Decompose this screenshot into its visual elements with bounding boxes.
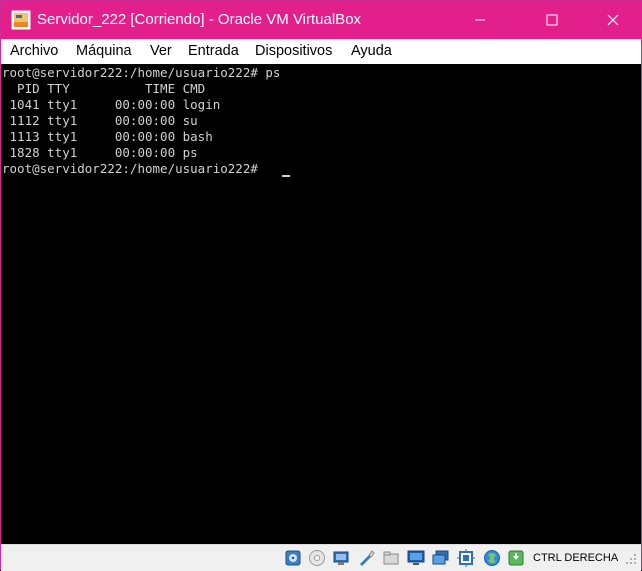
mouse-integration-icon[interactable] [507,549,525,567]
minimize-icon [475,19,485,21]
minimize-button[interactable] [457,1,503,39]
status-bar: CTRL DERECHA [1,544,641,571]
host-key-label[interactable]: CTRL DERECHA [533,552,618,564]
console-line: 1112 tty1 00:00:00 su [2,113,198,128]
menu-archivo[interactable]: Archivo [10,43,58,59]
close-button[interactable] [590,1,636,39]
cpu-icon[interactable] [483,549,501,567]
maximize-icon [546,14,558,26]
console-line: 1041 tty1 00:00:00 login [2,97,221,112]
console-line: root@servidor222:/home/usuario222# ps [2,65,281,80]
menu-ver[interactable]: Ver [150,43,172,59]
display-icon[interactable] [432,549,450,567]
virtualbox-window: Servidor_222 [Corriendo] - Oracle VM Vir… [0,0,642,571]
shared-folders-icon[interactable] [407,549,425,567]
console-prompt: root@servidor222:/home/usuario222# [2,161,266,176]
menu-dispositivos[interactable]: Dispositivos [255,43,332,59]
hard-disk-icon[interactable] [284,549,302,567]
title-bar[interactable]: Servidor_222 [Corriendo] - Oracle VM Vir… [1,1,641,39]
usb-icon[interactable] [382,549,400,567]
close-icon [607,14,619,26]
console-line: 1828 tty1 00:00:00 ps [2,145,198,160]
video-capture-icon[interactable] [457,549,475,567]
resize-grip-icon[interactable] [625,553,637,565]
vm-console-screen[interactable]: root@servidor222:/home/usuario222# ps PI… [1,64,641,544]
menu-maquina[interactable]: Máquina [76,43,132,59]
window-title: Servidor_222 [Corriendo] - Oracle VM Vir… [37,11,362,28]
menu-bar: Archivo Máquina Ver Entrada Dispositivos… [1,39,641,64]
network-icon[interactable] [357,549,375,567]
menu-ayuda[interactable]: Ayuda [351,43,392,59]
console-line: PID TTY TIME CMD [2,81,206,96]
text-cursor [282,175,290,177]
maximize-button[interactable] [529,1,575,39]
audio-icon[interactable] [332,549,350,567]
optical-drive-icon[interactable] [308,549,326,567]
console-line: 1113 tty1 00:00:00 bash [2,129,213,144]
menu-entrada[interactable]: Entrada [188,43,239,59]
virtualbox-app-icon [11,10,31,30]
